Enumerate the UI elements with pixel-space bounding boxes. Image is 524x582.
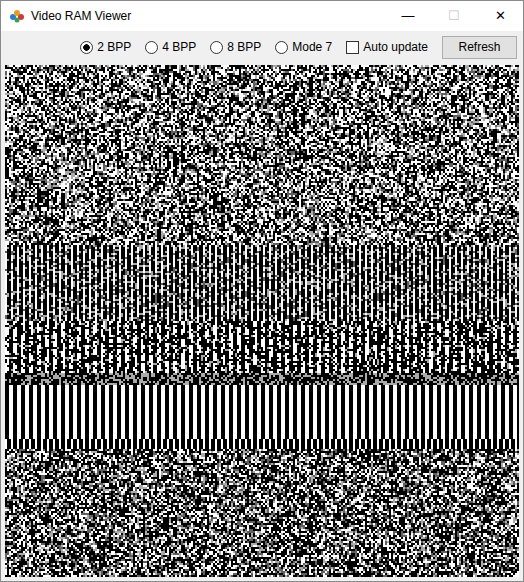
title-bar: Video RAM Viewer —☐✕ xyxy=(1,1,523,31)
refresh-button[interactable]: Refresh xyxy=(442,36,517,59)
window: Video RAM Viewer —☐✕ 2 BPP 4 BPP 8 BPP Mode… xyxy=(0,0,524,582)
maximize-button: ☐ xyxy=(431,1,477,31)
mode-radio[interactable] xyxy=(275,41,288,54)
mode-label[interactable]: Mode 7 xyxy=(292,38,332,56)
app-icon xyxy=(9,8,25,24)
close-button[interactable]: ✕ xyxy=(477,1,523,31)
minimize-button[interactable]: — xyxy=(385,1,431,31)
mode-option[interactable]: Mode 7 xyxy=(275,38,332,56)
mode-label[interactable]: 2 BPP xyxy=(97,38,131,56)
auto-update-label[interactable]: Auto update xyxy=(363,38,428,56)
mode-radio[interactable] xyxy=(210,41,223,54)
mode-label[interactable]: 8 BPP xyxy=(227,38,261,56)
auto-update-checkbox[interactable] xyxy=(346,41,359,54)
mode-option[interactable]: 2 BPP xyxy=(80,38,131,56)
mode-radio[interactable] xyxy=(145,41,158,54)
window-title: Video RAM Viewer xyxy=(25,7,385,25)
mode-label[interactable]: 4 BPP xyxy=(162,38,196,56)
vram-canvas xyxy=(5,65,519,577)
mode-option[interactable]: 4 BPP xyxy=(145,38,196,56)
mode-option[interactable]: 8 BPP xyxy=(210,38,261,56)
auto-update-option[interactable]: Auto update xyxy=(346,38,428,56)
toolbar: 2 BPP 4 BPP 8 BPP Mode 7 Auto update Refresh xyxy=(1,31,523,63)
mode-radio[interactable] xyxy=(80,41,93,54)
